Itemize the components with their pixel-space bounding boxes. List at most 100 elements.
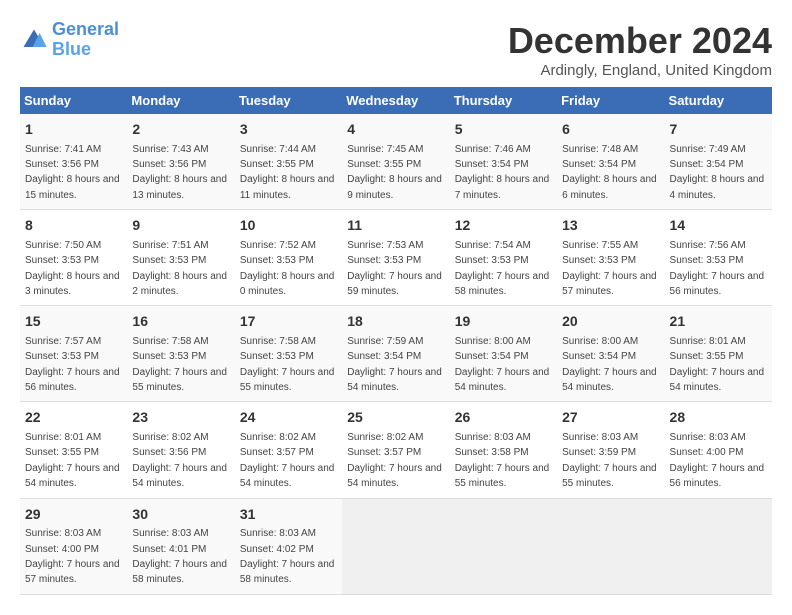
day-number: 4 bbox=[347, 120, 444, 140]
day-number: 27 bbox=[562, 408, 659, 428]
header-cell-monday: Monday bbox=[127, 87, 234, 114]
day-info: Sunrise: 7:55 AMSunset: 3:53 PMDaylight:… bbox=[562, 240, 657, 297]
day-info: Sunrise: 8:02 AMSunset: 3:57 PMDaylight:… bbox=[240, 432, 335, 489]
day-cell: 28 Sunrise: 8:03 AMSunset: 4:00 PMDaylig… bbox=[665, 402, 772, 498]
location: Ardingly, England, United Kingdom bbox=[508, 62, 772, 79]
day-cell: 4 Sunrise: 7:45 AMSunset: 3:55 PMDayligh… bbox=[342, 114, 449, 210]
day-number: 10 bbox=[240, 216, 337, 236]
day-cell: 9 Sunrise: 7:51 AMSunset: 3:53 PMDayligh… bbox=[127, 210, 234, 306]
header: General Blue December 2024 Ardingly, Eng… bbox=[20, 20, 772, 79]
day-info: Sunrise: 7:58 AMSunset: 3:53 PMDaylight:… bbox=[132, 336, 227, 393]
day-number: 14 bbox=[670, 216, 767, 236]
day-info: Sunrise: 8:02 AMSunset: 3:57 PMDaylight:… bbox=[347, 432, 442, 489]
day-cell bbox=[557, 498, 664, 594]
day-number: 9 bbox=[132, 216, 229, 236]
day-number: 6 bbox=[562, 120, 659, 140]
day-info: Sunrise: 7:45 AMSunset: 3:55 PMDaylight:… bbox=[347, 144, 442, 201]
day-info: Sunrise: 8:01 AMSunset: 3:55 PMDaylight:… bbox=[670, 336, 765, 393]
day-cell bbox=[450, 498, 557, 594]
header-cell-thursday: Thursday bbox=[450, 87, 557, 114]
day-cell: 8 Sunrise: 7:50 AMSunset: 3:53 PMDayligh… bbox=[20, 210, 127, 306]
day-number: 29 bbox=[25, 505, 122, 525]
day-info: Sunrise: 7:54 AMSunset: 3:53 PMDaylight:… bbox=[455, 240, 550, 297]
week-row-3: 15 Sunrise: 7:57 AMSunset: 3:53 PMDaylig… bbox=[20, 306, 772, 402]
day-info: Sunrise: 7:53 AMSunset: 3:53 PMDaylight:… bbox=[347, 240, 442, 297]
logo: General Blue bbox=[20, 20, 119, 60]
day-number: 25 bbox=[347, 408, 444, 428]
logo-text: General Blue bbox=[52, 20, 119, 60]
day-info: Sunrise: 7:57 AMSunset: 3:53 PMDaylight:… bbox=[25, 336, 120, 393]
day-cell: 10 Sunrise: 7:52 AMSunset: 3:53 PMDaylig… bbox=[235, 210, 342, 306]
day-number: 18 bbox=[347, 312, 444, 332]
day-cell: 25 Sunrise: 8:02 AMSunset: 3:57 PMDaylig… bbox=[342, 402, 449, 498]
day-info: Sunrise: 8:02 AMSunset: 3:56 PMDaylight:… bbox=[132, 432, 227, 489]
day-cell bbox=[342, 498, 449, 594]
day-cell: 18 Sunrise: 7:59 AMSunset: 3:54 PMDaylig… bbox=[342, 306, 449, 402]
header-row: SundayMondayTuesdayWednesdayThursdayFrid… bbox=[20, 87, 772, 114]
header-cell-saturday: Saturday bbox=[665, 87, 772, 114]
day-cell: 2 Sunrise: 7:43 AMSunset: 3:56 PMDayligh… bbox=[127, 114, 234, 210]
day-number: 1 bbox=[25, 120, 122, 140]
day-number: 19 bbox=[455, 312, 552, 332]
day-info: Sunrise: 7:51 AMSunset: 3:53 PMDaylight:… bbox=[132, 240, 227, 297]
day-cell: 12 Sunrise: 7:54 AMSunset: 3:53 PMDaylig… bbox=[450, 210, 557, 306]
day-info: Sunrise: 8:00 AMSunset: 3:54 PMDaylight:… bbox=[562, 336, 657, 393]
day-info: Sunrise: 7:41 AMSunset: 3:56 PMDaylight:… bbox=[25, 144, 120, 201]
day-info: Sunrise: 7:58 AMSunset: 3:53 PMDaylight:… bbox=[240, 336, 335, 393]
day-cell: 17 Sunrise: 7:58 AMSunset: 3:53 PMDaylig… bbox=[235, 306, 342, 402]
day-number: 11 bbox=[347, 216, 444, 236]
day-info: Sunrise: 7:46 AMSunset: 3:54 PMDaylight:… bbox=[455, 144, 550, 201]
calendar-table: SundayMondayTuesdayWednesdayThursdayFrid… bbox=[20, 87, 772, 595]
day-cell: 11 Sunrise: 7:53 AMSunset: 3:53 PMDaylig… bbox=[342, 210, 449, 306]
day-info: Sunrise: 7:49 AMSunset: 3:54 PMDaylight:… bbox=[670, 144, 765, 201]
day-cell bbox=[665, 498, 772, 594]
day-number: 3 bbox=[240, 120, 337, 140]
day-cell: 5 Sunrise: 7:46 AMSunset: 3:54 PMDayligh… bbox=[450, 114, 557, 210]
day-number: 20 bbox=[562, 312, 659, 332]
title-area: December 2024 Ardingly, England, United … bbox=[508, 20, 772, 79]
day-number: 22 bbox=[25, 408, 122, 428]
day-number: 24 bbox=[240, 408, 337, 428]
day-cell: 20 Sunrise: 8:00 AMSunset: 3:54 PMDaylig… bbox=[557, 306, 664, 402]
day-cell: 27 Sunrise: 8:03 AMSunset: 3:59 PMDaylig… bbox=[557, 402, 664, 498]
day-number: 17 bbox=[240, 312, 337, 332]
day-number: 2 bbox=[132, 120, 229, 140]
day-info: Sunrise: 8:03 AMSunset: 4:02 PMDaylight:… bbox=[240, 528, 335, 585]
day-cell: 30 Sunrise: 8:03 AMSunset: 4:01 PMDaylig… bbox=[127, 498, 234, 594]
day-number: 16 bbox=[132, 312, 229, 332]
day-info: Sunrise: 8:03 AMSunset: 4:00 PMDaylight:… bbox=[25, 528, 120, 585]
logo-icon bbox=[20, 26, 48, 54]
day-cell: 7 Sunrise: 7:49 AMSunset: 3:54 PMDayligh… bbox=[665, 114, 772, 210]
day-number: 15 bbox=[25, 312, 122, 332]
week-row-4: 22 Sunrise: 8:01 AMSunset: 3:55 PMDaylig… bbox=[20, 402, 772, 498]
day-cell: 3 Sunrise: 7:44 AMSunset: 3:55 PMDayligh… bbox=[235, 114, 342, 210]
header-cell-sunday: Sunday bbox=[20, 87, 127, 114]
week-row-5: 29 Sunrise: 8:03 AMSunset: 4:00 PMDaylig… bbox=[20, 498, 772, 594]
day-info: Sunrise: 7:48 AMSunset: 3:54 PMDaylight:… bbox=[562, 144, 657, 201]
day-info: Sunrise: 7:52 AMSunset: 3:53 PMDaylight:… bbox=[240, 240, 335, 297]
month-title: December 2024 bbox=[508, 20, 772, 62]
day-info: Sunrise: 8:03 AMSunset: 4:01 PMDaylight:… bbox=[132, 528, 227, 585]
day-number: 5 bbox=[455, 120, 552, 140]
day-number: 23 bbox=[132, 408, 229, 428]
header-cell-wednesday: Wednesday bbox=[342, 87, 449, 114]
day-cell: 26 Sunrise: 8:03 AMSunset: 3:58 PMDaylig… bbox=[450, 402, 557, 498]
day-cell: 29 Sunrise: 8:03 AMSunset: 4:00 PMDaylig… bbox=[20, 498, 127, 594]
day-number: 31 bbox=[240, 505, 337, 525]
week-row-1: 1 Sunrise: 7:41 AMSunset: 3:56 PMDayligh… bbox=[20, 114, 772, 210]
day-info: Sunrise: 8:00 AMSunset: 3:54 PMDaylight:… bbox=[455, 336, 550, 393]
header-cell-tuesday: Tuesday bbox=[235, 87, 342, 114]
day-cell: 14 Sunrise: 7:56 AMSunset: 3:53 PMDaylig… bbox=[665, 210, 772, 306]
day-cell: 23 Sunrise: 8:02 AMSunset: 3:56 PMDaylig… bbox=[127, 402, 234, 498]
day-cell: 13 Sunrise: 7:55 AMSunset: 3:53 PMDaylig… bbox=[557, 210, 664, 306]
day-cell: 19 Sunrise: 8:00 AMSunset: 3:54 PMDaylig… bbox=[450, 306, 557, 402]
day-info: Sunrise: 7:59 AMSunset: 3:54 PMDaylight:… bbox=[347, 336, 442, 393]
day-cell: 16 Sunrise: 7:58 AMSunset: 3:53 PMDaylig… bbox=[127, 306, 234, 402]
day-info: Sunrise: 7:50 AMSunset: 3:53 PMDaylight:… bbox=[25, 240, 120, 297]
day-info: Sunrise: 7:43 AMSunset: 3:56 PMDaylight:… bbox=[132, 144, 227, 201]
day-cell: 15 Sunrise: 7:57 AMSunset: 3:53 PMDaylig… bbox=[20, 306, 127, 402]
day-cell: 22 Sunrise: 8:01 AMSunset: 3:55 PMDaylig… bbox=[20, 402, 127, 498]
day-info: Sunrise: 8:03 AMSunset: 3:58 PMDaylight:… bbox=[455, 432, 550, 489]
day-info: Sunrise: 7:44 AMSunset: 3:55 PMDaylight:… bbox=[240, 144, 335, 201]
day-info: Sunrise: 8:03 AMSunset: 4:00 PMDaylight:… bbox=[670, 432, 765, 489]
